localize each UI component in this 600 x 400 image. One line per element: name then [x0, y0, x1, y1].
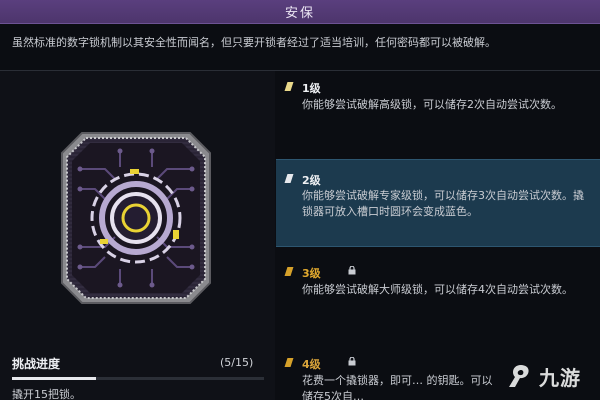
page-title: 安保: [284, 6, 315, 21]
level-name: 2级: [302, 174, 321, 187]
challenge-progress-fill: [12, 377, 96, 380]
level-text: 你能够尝试破解专家级锁，可以储存3次自动尝试次数。撬锁器可放入槽口时圆环会变成蓝…: [302, 189, 584, 218]
level-marker-icon: [284, 358, 294, 367]
challenge-progress-title: 挑战进度: [12, 357, 61, 371]
level-text: 花费一个撬锁器，即可… 的钥匙。可以储存5次自…: [302, 374, 493, 400]
challenge-progress-bar: [12, 377, 264, 380]
skill-badge-panel: 挑战进度 (5/15) 撬开15把锁。: [0, 71, 275, 400]
level-text: 你能够尝试破解大师级锁，可以储存4次自动尝试次数。: [302, 283, 573, 296]
level-marker-icon: [284, 174, 294, 183]
challenge-progress-desc: 撬开15把锁。: [12, 388, 81, 400]
security-badge-icon: [60, 129, 212, 307]
level-marker-icon: [284, 267, 294, 276]
window-title-bar: 安保: [0, 0, 600, 24]
level-marker-icon: [284, 82, 294, 91]
level-list: 1级 你能够尝试破解高级锁，可以储存2次自动尝试次数。 2级 你能够尝试破解专家…: [276, 71, 600, 400]
level-item-1[interactable]: 1级 你能够尝试破解高级锁，可以储存2次自动尝试次数。: [276, 71, 600, 159]
level-name: 3级: [302, 267, 321, 280]
challenge-progress-count: (5/15): [220, 356, 254, 369]
watermark: 九游: [505, 356, 597, 396]
watermark-text: 九游: [539, 365, 581, 390]
level-item-2[interactable]: 2级 你能够尝试破解专家级锁，可以储存3次自动尝试次数。撬锁器可放入槽口时圆环会…: [276, 159, 600, 247]
lock-icon: [348, 266, 356, 275]
level-text: 你能够尝试破解高级锁，可以储存2次自动尝试次数。: [302, 98, 562, 111]
level-item-3[interactable]: 3级 你能够尝试破解大师级锁，可以储存4次自动尝试次数。: [276, 248, 600, 326]
level-name: 4级: [302, 358, 321, 371]
lock-icon: [348, 357, 356, 366]
jiuyou-logo-icon: [509, 365, 529, 387]
skill-description: 虽然标准的数字锁机制以其安全性而闻名，但只要开锁者经过了适当培训，任何密码都可以…: [12, 36, 496, 49]
level-name: 1级: [302, 82, 321, 95]
